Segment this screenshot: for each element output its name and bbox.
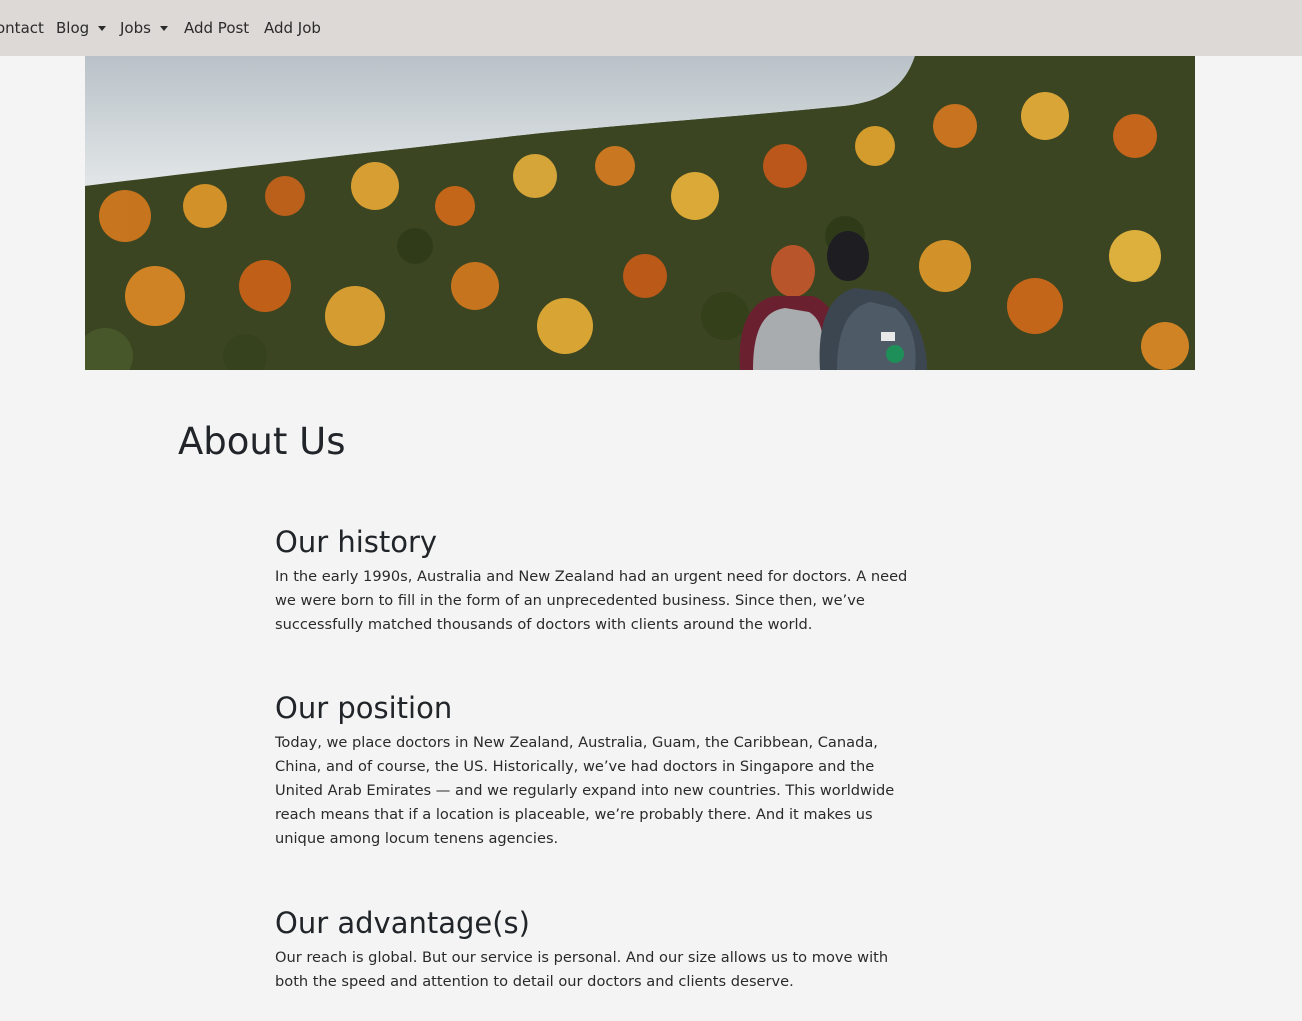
nav-link-contact[interactable]: ontact bbox=[0, 0, 44, 56]
nav-dropdown-jobs[interactable]: Jobs bbox=[120, 0, 168, 56]
nav-dropdown-jobs-label: Jobs bbox=[120, 19, 151, 37]
nav-link-add-post-label: Add Post bbox=[184, 19, 250, 37]
advantage-section: Our advantage(s) Our reach is global. Bu… bbox=[275, 905, 915, 994]
top-navbar: ontact Blog Jobs Add Post Add Job bbox=[0, 0, 1302, 56]
position-section: Our position Today, we place doctors in … bbox=[275, 690, 915, 851]
nav-link-add-job[interactable]: Add Job bbox=[264, 0, 321, 56]
nav-dropdown-blog-label: Blog bbox=[56, 19, 90, 37]
hero-banner-image bbox=[85, 56, 1195, 370]
advantage-body: Our reach is global. But our service is … bbox=[275, 949, 889, 990]
caret-down-icon bbox=[159, 26, 168, 31]
advantage-heading: Our advantage(s) bbox=[275, 906, 530, 940]
nav-dropdown-blog[interactable]: Blog bbox=[56, 0, 107, 56]
nav-link-contact-label: ontact bbox=[0, 19, 44, 37]
autumn-forest-hikers-icon bbox=[85, 56, 1195, 370]
history-section: Our history In the early 1990s, Australi… bbox=[275, 524, 915, 637]
history-body: In the early 1990s, Australia and New Ze… bbox=[275, 568, 908, 633]
nav-link-add-post[interactable]: Add Post bbox=[184, 0, 249, 56]
page-title: About Us bbox=[178, 420, 346, 463]
position-body: Today, we place doctors in New Zealand, … bbox=[275, 734, 895, 847]
nav-link-add-job-label: Add Job bbox=[264, 19, 321, 37]
history-heading: Our history bbox=[275, 525, 438, 559]
caret-down-icon bbox=[98, 26, 107, 31]
position-heading: Our position bbox=[275, 691, 453, 725]
